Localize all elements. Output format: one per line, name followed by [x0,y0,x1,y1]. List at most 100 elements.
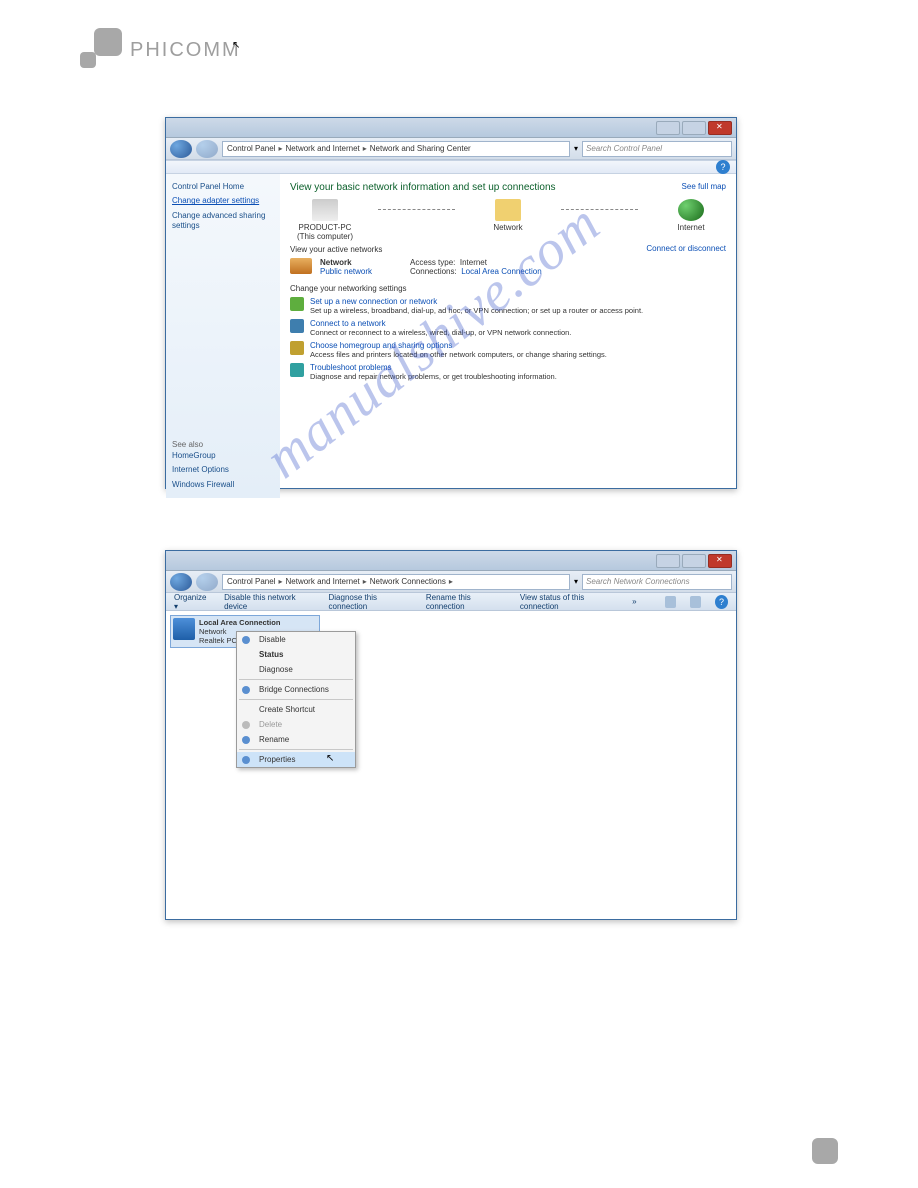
breadcrumb-item[interactable]: Network and Sharing Center [370,144,471,153]
search-input[interactable]: Search Control Panel [582,141,732,157]
setup-connection-icon [290,297,304,311]
ctx-disable[interactable]: Disable [237,632,355,647]
toolbar: Organize ▾ Disable this network device D… [166,593,736,611]
breadcrumb-item[interactable]: Control Panel [227,577,275,586]
more-button[interactable]: » [632,597,636,606]
seealso-windows-firewall[interactable]: Windows Firewall [172,480,274,490]
ctx-rename[interactable]: Rename [237,732,355,747]
rename-button[interactable]: Rename this connection [426,593,506,611]
disable-device-button[interactable]: Disable this network device [224,593,314,611]
network-icon [495,199,521,221]
ctx-bridge[interactable]: Bridge Connections [237,682,355,697]
ctx-label: Create Shortcut [259,705,315,714]
bullet-icon [242,736,250,744]
network-name: Network [320,258,372,267]
help-strip: ? [166,160,736,174]
node-inet-label: Internet [656,223,726,232]
breadcrumb-item[interactable]: Network and Internet [286,144,360,153]
homegroup-icon [290,341,304,355]
connections-label: Connections: [410,267,457,276]
connections-area: Local Area Connection Network Realtek PC… [166,611,736,917]
task-troubleshoot[interactable]: Troubleshoot problemsDiagnose and repair… [290,363,726,381]
node-pc-label: PRODUCT-PC [290,223,360,232]
breadcrumb[interactable]: Control Panel Network and Internet Netwo… [222,141,570,157]
task-homegroup[interactable]: Choose homegroup and sharing optionsAcce… [290,341,726,359]
page-corner-badge [812,1138,838,1164]
network-sharing-center-window: Control Panel Network and Internet Netwo… [165,117,737,489]
bullet-icon [242,756,250,764]
brand-logo: PHICOMM [80,28,241,72]
seealso-homegroup[interactable]: HomeGroup [172,451,274,461]
network-type[interactable]: Public network [320,267,372,276]
cursor-icon: ↖ [232,40,240,51]
maximize-button[interactable] [682,121,706,135]
task-title: Choose homegroup and sharing options [310,341,607,350]
ctx-label: Delete [259,720,282,729]
task-desc: Access files and printers located on oth… [310,350,607,359]
seealso-internet-options[interactable]: Internet Options [172,465,274,475]
network-node-pc: PRODUCT-PC (This computer) [290,199,360,241]
troubleshoot-icon [290,363,304,377]
address-bar: Control Panel Network and Internet Netwo… [166,571,736,593]
help-icon[interactable]: ? [716,160,730,174]
back-button[interactable] [170,573,192,591]
view-icon[interactable] [665,596,676,608]
organize-menu[interactable]: Organize ▾ [174,593,210,611]
connect-network-icon [290,319,304,333]
task-connect-network[interactable]: Connect to a networkConnect or reconnect… [290,319,726,337]
ctx-label: Rename [259,735,289,744]
task-desc: Diagnose and repair network problems, or… [310,372,557,381]
diagnose-button[interactable]: Diagnose this connection [329,593,412,611]
brand-name: PHICOMM [130,39,241,62]
close-button[interactable] [708,121,732,135]
sidebar-home[interactable]: Control Panel Home [172,182,274,192]
ctx-delete: Delete [237,717,355,732]
see-full-map-link[interactable]: See full map [682,182,726,191]
maximize-button[interactable] [682,554,706,568]
search-input[interactable]: Search Network Connections [582,574,732,590]
ctx-separator [239,699,353,700]
close-button[interactable] [708,554,732,568]
bullet-icon [242,686,250,694]
ctx-label: Properties [259,755,295,764]
access-type-value: Internet [460,258,487,267]
ctx-diagnose[interactable]: Diagnose [237,662,355,677]
back-button[interactable] [170,140,192,158]
breadcrumb[interactable]: Control Panel Network and Internet Netwo… [222,574,570,590]
minimize-button[interactable] [656,121,680,135]
minimize-button[interactable] [656,554,680,568]
cursor-icon: ↖ [326,753,334,764]
bullet-icon [242,636,250,644]
ctx-label: Bridge Connections [259,685,329,694]
change-adapter-settings-link[interactable]: Change adapter settings [172,196,274,206]
sidebar: Control Panel Home Change adapter settin… [166,174,280,498]
ctx-properties[interactable]: Properties [237,752,355,767]
task-desc: Set up a wireless, broadband, dial-up, a… [310,306,643,315]
connect-disconnect-link[interactable]: Connect or disconnect [646,244,726,253]
network-node-internet: Internet [656,199,726,232]
help-icon[interactable]: ? [715,595,728,609]
change-advanced-sharing-link[interactable]: Change advanced sharing settings [172,211,274,232]
ctx-label: Diagnose [259,665,293,674]
breadcrumb-item[interactable]: Control Panel [227,144,275,153]
breadcrumb-item[interactable]: Network Connections [370,577,446,586]
forward-button[interactable] [196,140,218,158]
connection-link[interactable]: Local Area Connection [461,267,542,276]
see-also-label: See also [172,440,274,449]
globe-icon [678,199,704,221]
task-setup-connection[interactable]: Set up a new connection or networkSet up… [290,297,726,315]
node-pc-sublabel: (This computer) [290,232,360,241]
task-title: Set up a new connection or network [310,297,643,306]
ctx-status[interactable]: Status [237,647,355,662]
network-connections-window: Control Panel Network and Internet Netwo… [165,550,737,920]
forward-button[interactable] [196,573,218,591]
bench-icon [290,258,312,274]
window-titlebar [166,551,736,571]
preview-icon[interactable] [690,596,701,608]
change-settings-heading: Change your networking settings [290,284,726,293]
view-status-button[interactable]: View status of this connection [520,593,618,611]
ctx-create-shortcut[interactable]: Create Shortcut [237,702,355,717]
breadcrumb-item[interactable]: Network and Internet [286,577,360,586]
main-panel: View your basic network information and … [280,174,736,498]
ctx-separator [239,679,353,680]
